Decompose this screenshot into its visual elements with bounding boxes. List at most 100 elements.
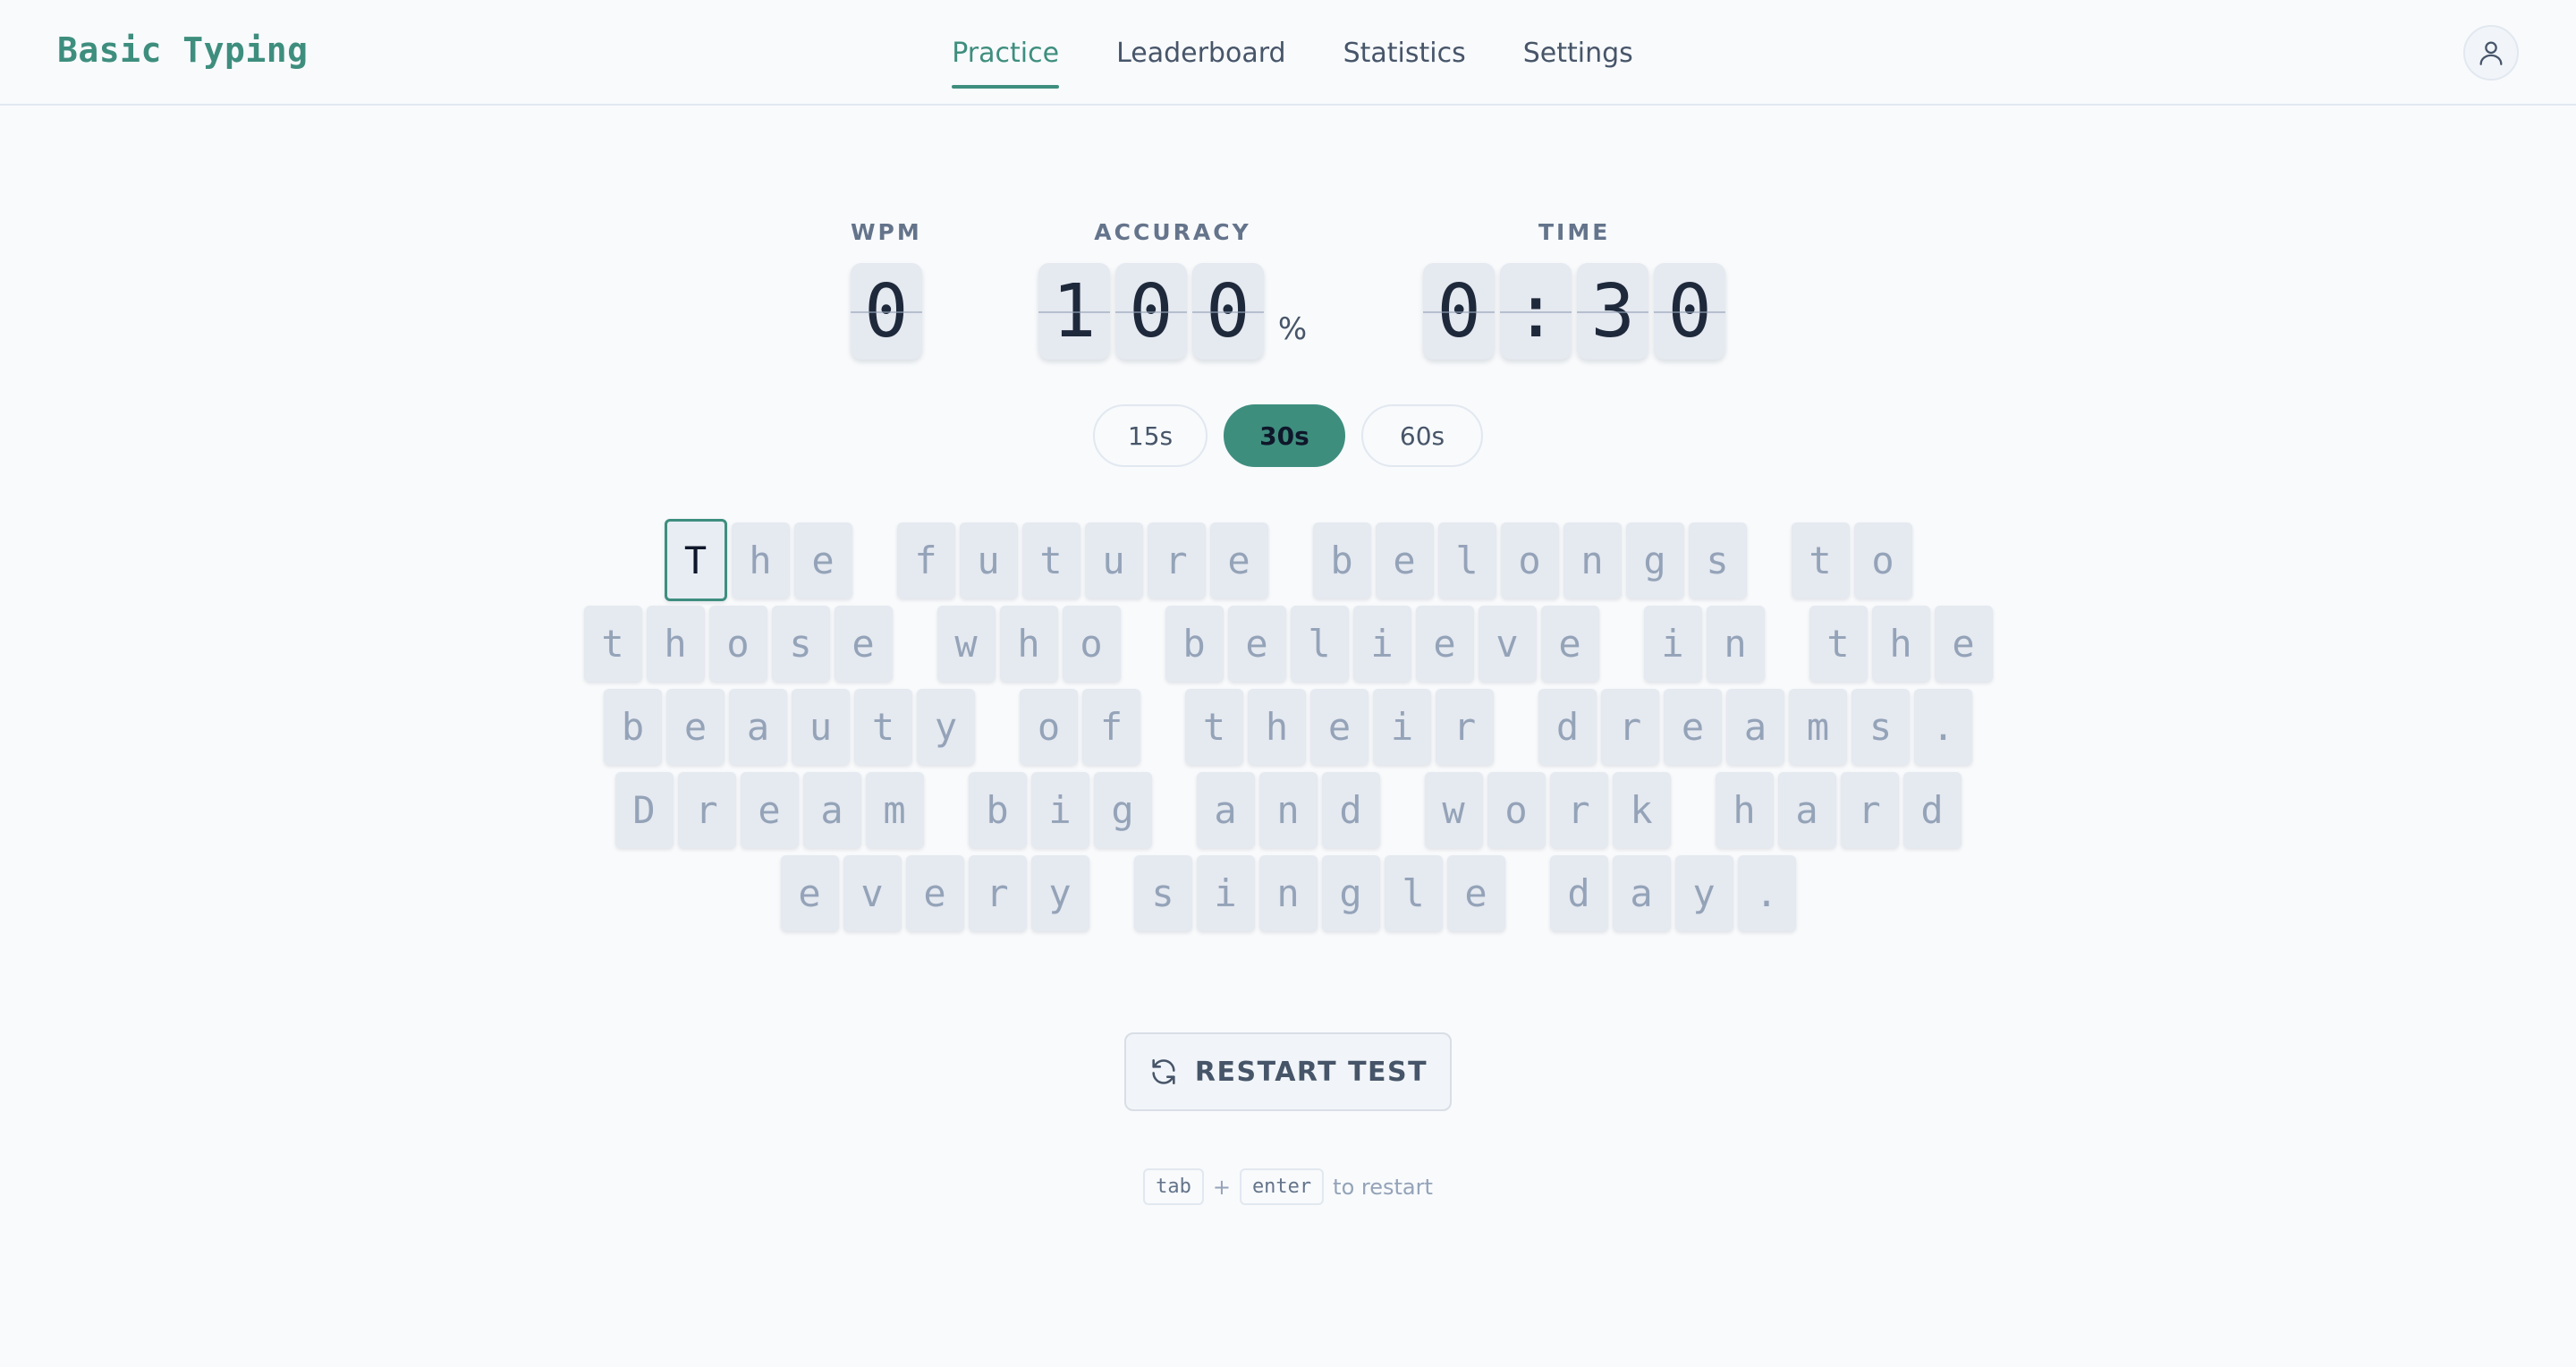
text-line: thosew h o believe inthe: [583, 606, 1993, 682]
accuracy-stat: ACCURACY 100 %: [1038, 219, 1307, 360]
character-tile: g: [1625, 522, 1684, 599]
avatar-button[interactable]: [2463, 25, 2519, 81]
character-tile: d: [1321, 772, 1380, 848]
character-tile: u: [792, 689, 850, 765]
character-tile: d: [1902, 772, 1962, 848]
character-tile: y: [1674, 855, 1733, 931]
character-tile: r: [1840, 772, 1899, 848]
text-word: day.: [1549, 855, 1796, 931]
character-tile: y: [917, 689, 975, 765]
character-tile: v: [843, 855, 902, 931]
nav-statistics[interactable]: Statistics: [1343, 27, 1466, 80]
text-word: and: [1196, 772, 1380, 848]
character-tile: h: [1715, 772, 1774, 848]
character-tile: e: [1415, 606, 1474, 682]
character-tile: l: [1290, 606, 1349, 682]
text-word: their: [1185, 689, 1494, 765]
duration-15s-button[interactable]: 15s: [1093, 404, 1208, 467]
text-word: hard: [1715, 772, 1962, 848]
duration-30s-button[interactable]: 30s: [1224, 404, 1345, 467]
character-tile: l: [1437, 522, 1496, 599]
character-tile: v: [1478, 606, 1537, 682]
plus-sign: +: [1212, 1174, 1231, 1200]
character-tile: n: [1563, 522, 1622, 599]
duration-selector: 15s 30s 60s: [0, 404, 2576, 467]
character-tile: s: [1133, 855, 1192, 931]
accuracy-digit: 0: [1191, 263, 1264, 360]
text-word: Dream: [614, 772, 924, 848]
character-tile: e: [834, 606, 893, 682]
character-tile: e: [793, 522, 852, 599]
accuracy-digit: 0: [1114, 263, 1187, 360]
character-tile: s: [1688, 522, 1747, 599]
character-tile: b: [1165, 606, 1224, 682]
character-tile: i: [1196, 855, 1255, 931]
character-tile: g: [1321, 855, 1380, 931]
nav-leaderboard[interactable]: Leaderboard: [1116, 27, 1286, 80]
accuracy-value: 100 %: [1038, 263, 1307, 360]
character-tile: t: [583, 606, 642, 682]
text-word: dreams.: [1538, 689, 1972, 765]
character-tile: e: [1375, 522, 1434, 599]
character-tile: t: [1809, 606, 1868, 682]
restart-label: RESTART TEST: [1194, 1056, 1428, 1088]
character-tile: w: [936, 606, 996, 682]
character-tile: a: [802, 772, 861, 848]
text-word: believe: [1165, 606, 1599, 682]
time-label: TIME: [1538, 219, 1611, 245]
character-tile: t: [1185, 689, 1243, 765]
nav-settings[interactable]: Settings: [1523, 27, 1633, 80]
character-tile: a: [1612, 855, 1671, 931]
duration-60s-button[interactable]: 60s: [1361, 404, 1483, 467]
nav-practice[interactable]: Practice: [952, 27, 1059, 89]
text-line: Dreambigandworkhard: [614, 772, 1962, 848]
character-tile: n: [1258, 772, 1318, 848]
character-tile: d: [1549, 855, 1608, 931]
character-tile: h: [1871, 606, 1930, 682]
text-word: the: [1809, 606, 1993, 682]
character-tile: e: [905, 855, 964, 931]
typing-text-area[interactable]: Thefuturebelongstothosewhobelieveinthebe…: [0, 519, 2576, 931]
restart-test-button[interactable]: RESTART TEST: [1124, 1032, 1452, 1111]
text-word: to: [1791, 522, 1912, 599]
character-tile: m: [865, 772, 924, 848]
character-tile: i: [1030, 772, 1089, 848]
character-tile: b: [604, 689, 662, 765]
accuracy-digit: 1: [1038, 263, 1110, 360]
character-tile: r: [677, 772, 736, 848]
wpm-stat: WPM 0: [850, 219, 922, 360]
character-tile: a: [1726, 689, 1784, 765]
time-digit: 3: [1577, 263, 1649, 360]
time-digit: 0: [1654, 263, 1726, 360]
character-tile: t: [1791, 522, 1850, 599]
tab-key: tab: [1143, 1168, 1204, 1205]
text-word: belongs: [1312, 522, 1747, 599]
character-tile: u: [959, 522, 1018, 599]
user-icon: [2479, 41, 2503, 65]
character-tile: o: [1062, 606, 1121, 682]
character-tile: e: [1934, 606, 1993, 682]
text-word: of: [1020, 689, 1140, 765]
character-tile: .: [1737, 855, 1796, 931]
text-word: in: [1643, 606, 1765, 682]
character-tile: s: [1852, 689, 1910, 765]
stats-panel: WPM 0 ACCURACY 100 % TIME 0:30: [0, 219, 2576, 360]
character-tile: o: [708, 606, 767, 682]
character-tile: b: [1312, 522, 1371, 599]
character-tile: k: [1612, 772, 1671, 848]
character-tile: n: [1258, 855, 1318, 931]
character-tile: e: [666, 689, 724, 765]
text-word: big: [968, 772, 1152, 848]
wpm-digit: 0: [850, 263, 922, 360]
text-word: those: [583, 606, 893, 682]
text-line: Thefuturebelongsto: [664, 519, 1912, 601]
text-word: future: [896, 522, 1268, 599]
character-tile: e: [1209, 522, 1268, 599]
wpm-label: WPM: [850, 219, 922, 245]
character-tile: .: [1914, 689, 1972, 765]
character-tile: e: [1664, 689, 1722, 765]
character-tile: e: [1227, 606, 1286, 682]
character-tile: t: [854, 689, 912, 765]
character-tile: e: [1540, 606, 1599, 682]
text-line: everysingleday.: [780, 855, 1796, 931]
